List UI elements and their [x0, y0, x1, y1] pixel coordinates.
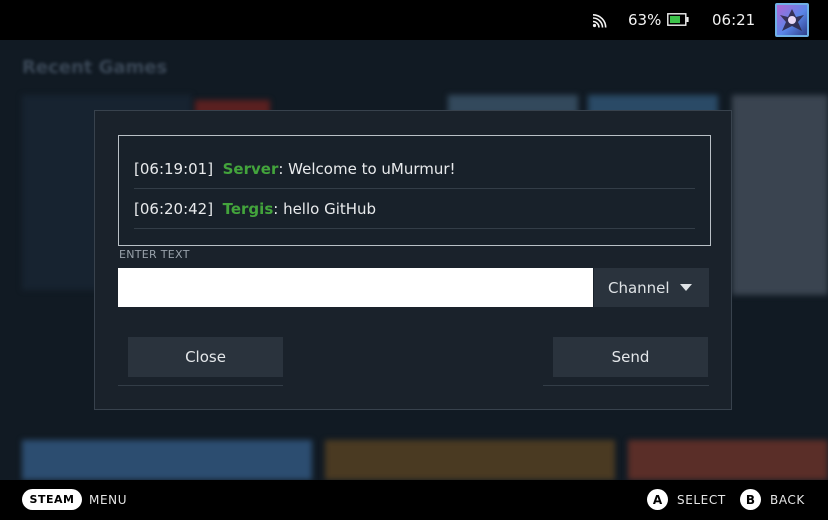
message-time: [06:19:01]: [134, 160, 214, 178]
message-input[interactable]: [118, 268, 593, 307]
steam-button[interactable]: STEAM: [22, 489, 82, 510]
background-tile: [628, 440, 828, 480]
message-time: [06:20:42]: [134, 200, 214, 218]
close-button-label: Close: [185, 348, 226, 366]
channel-dropdown[interactable]: Channel: [594, 268, 709, 307]
background-tile: [325, 440, 615, 480]
background-title: Recent Games: [22, 57, 168, 78]
chat-dialog: [06:19:01] Server: Welcome to uMurmur! […: [94, 110, 732, 410]
message-user: Server: [222, 160, 279, 178]
back-hint-label: BACK: [770, 493, 805, 507]
enter-text-label: ENTER TEXT: [119, 248, 190, 261]
status-bar: 63% 06:21: [0, 0, 828, 40]
menu-hint-label: MENU: [89, 493, 128, 507]
battery-percent: 63%: [628, 11, 662, 29]
send-button[interactable]: Send: [553, 337, 708, 377]
divider: [543, 385, 709, 386]
chat-message: [06:20:42] Tergis: hello GitHub: [134, 190, 695, 229]
close-button[interactable]: Close: [128, 337, 283, 377]
channel-label: Channel: [608, 278, 670, 297]
avatar-image: [780, 9, 804, 31]
send-button-label: Send: [611, 348, 650, 366]
chat-message: [06:19:01] Server: Welcome to uMurmur!: [134, 150, 695, 189]
b-button-icon[interactable]: B: [740, 489, 761, 510]
chevron-down-icon: [680, 284, 692, 291]
a-button-icon[interactable]: A: [647, 489, 668, 510]
select-hint-label: SELECT: [677, 493, 726, 507]
message-text: : hello GitHub: [273, 200, 377, 218]
battery-icon: [667, 13, 689, 26]
clock: 06:21: [712, 11, 756, 29]
wifi-icon: [592, 14, 607, 28]
chat-log[interactable]: [06:19:01] Server: Welcome to uMurmur! […: [118, 135, 711, 246]
message-text: : Welcome to uMurmur!: [278, 160, 456, 178]
avatar[interactable]: [775, 3, 809, 37]
divider: [118, 385, 283, 386]
controller-hint-bar: STEAM MENU A SELECT B BACK: [0, 480, 828, 520]
message-user: Tergis: [222, 200, 274, 218]
background-tile: [732, 95, 828, 295]
background-tile: [22, 440, 312, 480]
